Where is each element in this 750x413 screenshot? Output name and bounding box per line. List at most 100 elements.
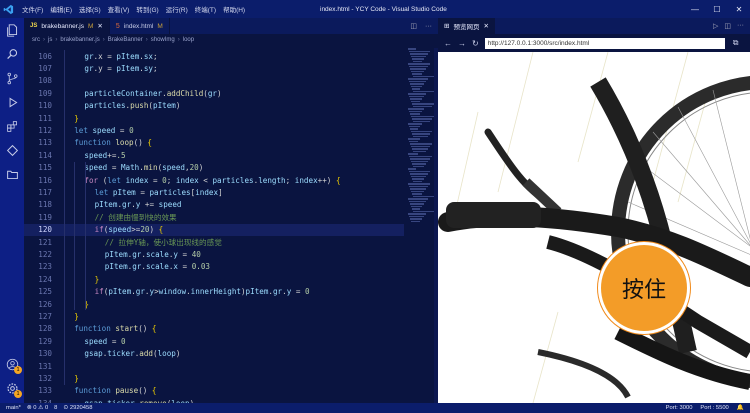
tab-close-icon[interactable]: ✕ [97, 22, 102, 30]
menu-item[interactable]: 终端(T) [195, 4, 216, 14]
run-debug-icon[interactable] [4, 94, 20, 110]
menu-item[interactable]: 帮助(H) [223, 4, 245, 14]
code-line[interactable]: 107 gr.y = pItem.sy; [24, 62, 404, 74]
split-editor-icon[interactable]: ◫ [410, 22, 417, 30]
code-line[interactable]: 117 let pItem = particles[index] [24, 186, 404, 198]
more-actions-icon[interactable]: ··· [737, 22, 744, 30]
maximize-button[interactable]: ☐ [706, 0, 728, 18]
code-line[interactable]: 111} [24, 112, 404, 124]
tab-browser-preview[interactable]: ⊞ 预览网页 ✕ [438, 18, 495, 34]
minimap-line [413, 105, 432, 107]
code-text: gsap.ticker.add(loop) [54, 349, 180, 358]
menu-item[interactable]: 编辑(E) [50, 4, 72, 14]
code-line[interactable]: 115 speed = Math.min(speed,20) [24, 162, 404, 174]
code-line[interactable]: 131 [24, 360, 404, 372]
breadcrumb-item[interactable]: loop [183, 37, 194, 43]
code-line[interactable]: 133 function pause() { [24, 385, 404, 397]
code-line[interactable]: 132} [24, 372, 404, 384]
code-line[interactable]: 106 gr.x = pItem.sx; [24, 50, 404, 62]
code-line[interactable]: 118 pItem.gr.y += speed [24, 199, 404, 211]
code-token: // 拉伸Y轴，使小球出现线的感觉 [104, 237, 222, 247]
tab-index-html[interactable]: 5 index.html M [110, 18, 170, 34]
code-token: ) [175, 101, 181, 111]
code-line[interactable]: 126} [24, 298, 404, 310]
run-icon[interactable]: ▷ [713, 22, 718, 30]
code-line[interactable]: 127} [24, 310, 404, 322]
menu-item[interactable]: 转到(G) [136, 4, 158, 14]
open-external-icon[interactable]: ⧉ [733, 38, 739, 48]
code-token: () [133, 138, 148, 148]
close-button[interactable]: ✕ [728, 0, 750, 18]
code-editor[interactable]: 106 gr.x = pItem.sx; 107 gr.y = pItem.sy; 10… [24, 48, 404, 403]
code-token: Math [120, 163, 140, 173]
breadcrumb-item[interactable]: brakebanner.js [60, 37, 99, 43]
code-line[interactable]: 128 function start() { [24, 323, 404, 335]
breadcrumb-item[interactable]: src [32, 37, 40, 43]
code-line[interactable]: 108 [24, 75, 404, 87]
back-icon[interactable]: ← [444, 39, 452, 48]
sync-status[interactable]: 8 [54, 405, 57, 411]
menu-item[interactable]: 选择(S) [79, 4, 101, 14]
code-token: pItem [104, 250, 128, 260]
remote-explorer-icon[interactable] [4, 142, 20, 158]
code-token: ; [153, 51, 158, 61]
branch-status[interactable]: main* [6, 405, 21, 411]
minimap-line [411, 145, 430, 147]
code-token: .x = [93, 51, 117, 61]
tab-close-icon[interactable]: ✕ [483, 22, 488, 30]
code-line[interactable]: 130 gsap.ticker.add(loop) [24, 348, 404, 360]
more-actions-icon[interactable]: ··· [425, 23, 432, 30]
account-icon[interactable]: 1 [4, 356, 22, 374]
code-token: 20 [140, 225, 150, 235]
vscode-logo-icon [0, 0, 16, 18]
forward-icon[interactable]: → [458, 39, 466, 48]
menu-item[interactable]: 查看(V) [108, 4, 130, 14]
code-line[interactable]: 122 pItem.gr.scale.y = 40 [24, 248, 404, 260]
tab-brakebanner-js[interactable]: JS brakebanner.js M ✕ [24, 18, 110, 34]
editor-tabs: JS brakebanner.js M ✕ 5 index.html M ◫ ·… [24, 18, 438, 34]
port-5500-status[interactable]: Port : 5500 [700, 405, 728, 411]
menu-item[interactable]: 运行(R) [166, 4, 188, 14]
split-editor-icon[interactable]: ◫ [724, 22, 731, 30]
extensions-icon[interactable] [4, 118, 20, 134]
problems-status[interactable]: ⊗ 0 ⚠ 0 [27, 405, 48, 411]
breadcrumb-item[interactable]: js [48, 37, 52, 43]
code-line[interactable]: 109 particleContainer.addChild(gr) [24, 87, 404, 99]
minimap[interactable] [408, 48, 436, 228]
minimap-line [409, 65, 428, 67]
minimap-line [410, 203, 424, 205]
explorer-icon[interactable] [4, 22, 20, 38]
code-line[interactable]: 110 particles.push(pItem) [24, 100, 404, 112]
code-line[interactable]: 123 pItem.gr.scale.x = 0.03 [24, 261, 404, 273]
notifications-icon[interactable]: 🔔 [737, 405, 744, 411]
code-line[interactable]: 116 for (let index = 0; index < particles… [24, 174, 404, 186]
breadcrumb-item[interactable]: BrakeBanner [108, 37, 143, 43]
live-share-status[interactable]: ⊙ 2920458 [63, 405, 92, 411]
reload-icon[interactable]: ↻ [472, 39, 479, 48]
minimize-button[interactable]: — [684, 0, 706, 18]
code-line[interactable]: 120 if(speed>=20) { [24, 223, 404, 236]
minimap-line [413, 150, 426, 152]
code-line[interactable]: 124} [24, 273, 404, 285]
code-line[interactable]: 119 // 创建由慢到快的效果 [24, 211, 404, 223]
source-control-icon[interactable] [4, 70, 20, 86]
code-line[interactable]: 112 let speed = 0 [24, 124, 404, 136]
search-icon[interactable] [4, 46, 20, 62]
folder-icon[interactable] [4, 166, 20, 182]
press-hold-button[interactable]: 按住 [598, 242, 690, 334]
code-line[interactable]: 113 function loop() { [24, 137, 404, 149]
minimap-line [412, 163, 426, 165]
code-token: scale [145, 250, 169, 260]
menu-item[interactable]: 文件(F) [22, 4, 43, 14]
breadcrumb-item[interactable]: showImg [151, 37, 175, 43]
tab-label: 预览网页 [453, 24, 480, 31]
code-line[interactable]: 114 speed+=.5 [24, 149, 404, 161]
page-canvas: 按住 [438, 52, 750, 403]
settings-gear-icon[interactable]: 1 [4, 380, 22, 398]
code-line[interactable]: 125 if(pItem.gr.y>window.innerHeight)pIte… [24, 286, 404, 298]
address-input[interactable]: http://127.0.0.1:3000/src/index.html [484, 37, 725, 49]
code-line[interactable]: 121 // 拉伸Y轴，使小球出现线的感觉 [24, 236, 404, 248]
port-3000-status[interactable]: Port: 3000 [666, 405, 693, 411]
code-line[interactable]: 129 speed = 0 [24, 335, 404, 347]
code-text: pItem.gr.y += speed [54, 200, 182, 209]
